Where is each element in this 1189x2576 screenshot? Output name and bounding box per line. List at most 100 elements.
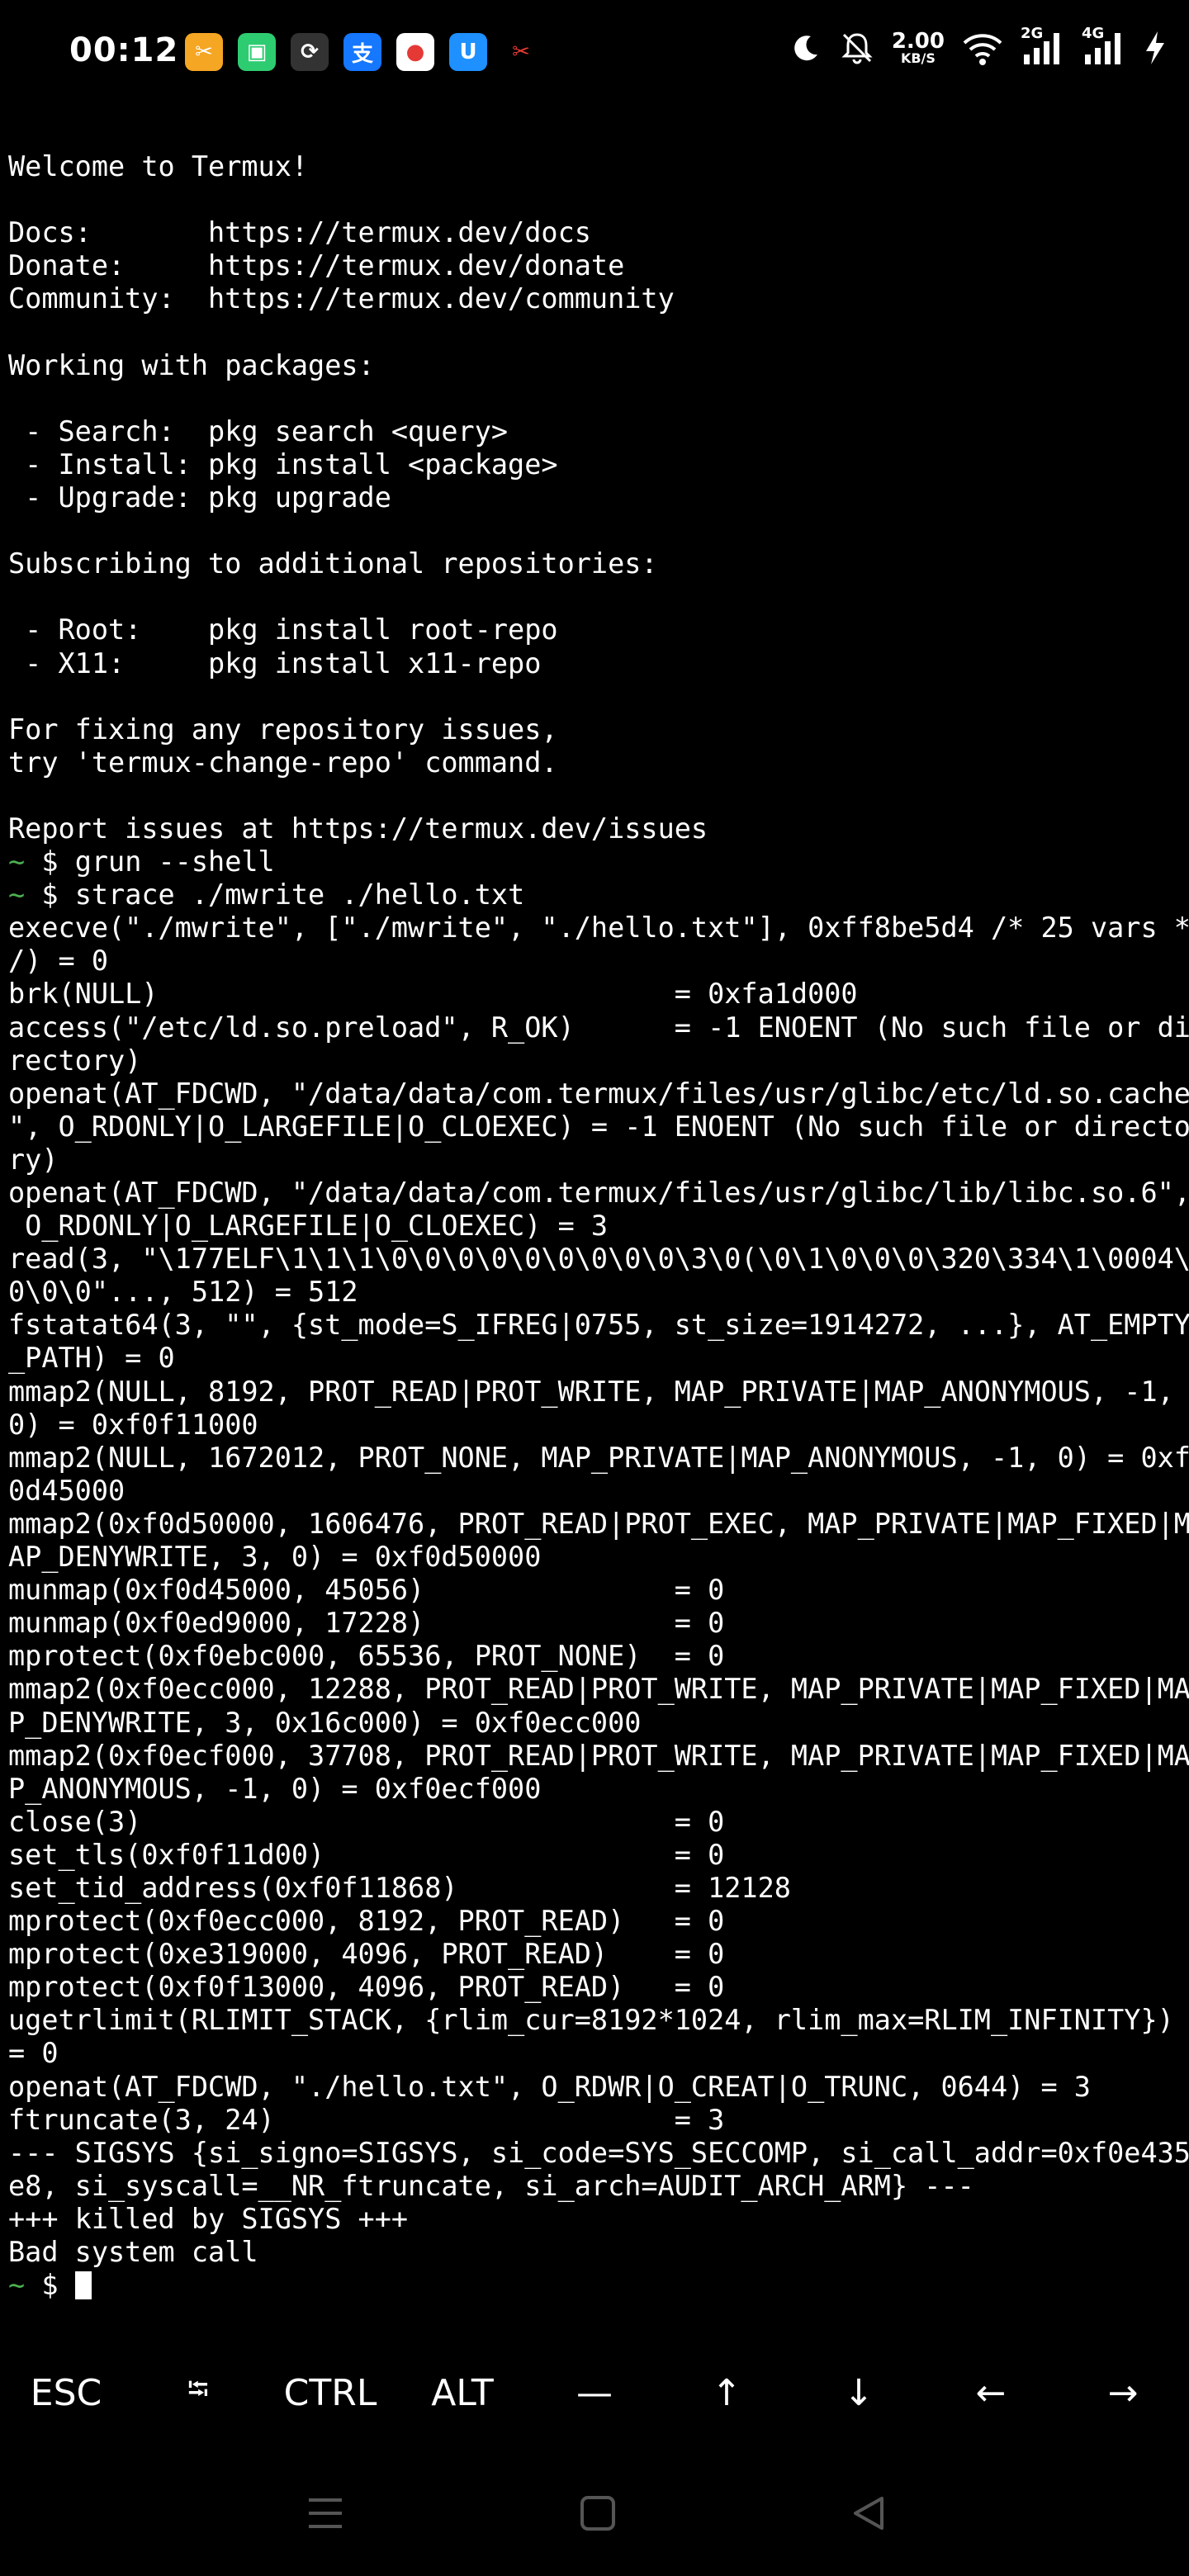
- network-speed: 2.00 KB/S: [892, 31, 945, 65]
- strace-output-line: = 0: [8, 2037, 59, 2070]
- strace-output-line: Bad system call: [8, 2236, 258, 2268]
- terminal-cursor[interactable]: [74, 2271, 92, 2300]
- arrow-down-key[interactable]: ↓: [793, 2360, 925, 2426]
- charging-icon: [1143, 30, 1168, 66]
- welcome-line: [8, 117, 1184, 150]
- do-not-disturb-icon: [789, 31, 822, 64]
- status-bar: 00:12 ✂ ▣ ⟳ 支 ● U ✂ 2.00 KB/S 2G 4G: [0, 0, 1189, 107]
- strace-output-line: mprotect(0xf0ebc000, 65536, PROT_NONE) =…: [8, 1640, 725, 1673]
- tab-key[interactable]: ⭾: [132, 2360, 264, 2426]
- dash-key[interactable]: —: [528, 2360, 661, 2426]
- menu-nav-button[interactable]: [299, 2487, 352, 2540]
- sim2-network-label: 4G: [1082, 25, 1105, 42]
- strace-output-line: openat(AT_FDCWD, "/data/data/com.termux/…: [8, 1177, 1189, 1209]
- welcome-line: [8, 779, 1184, 812]
- welcome-line: Working with packages:: [8, 348, 375, 381]
- welcome-line: [8, 680, 1184, 713]
- welcome-line: - Install: pkg install <package>: [8, 447, 558, 481]
- welcome-line: Donate: https://termux.dev/donate: [8, 249, 625, 282]
- strace-output-line: openat(AT_FDCWD, "./hello.txt", O_RDWR|O…: [8, 2070, 1091, 2103]
- strace-output-line: _PATH) = 0: [8, 1342, 175, 1375]
- strace-output-line: ", O_RDONLY|O_LARGEFILE|O_CLOEXEC) = -1 …: [8, 1110, 1189, 1143]
- ctrl-key[interactable]: CTRL: [264, 2360, 396, 2426]
- sim1-network-label: 2G: [1021, 25, 1044, 42]
- prompt-tilde: ~: [8, 878, 26, 912]
- welcome-line: try 'termux-change-repo' command.: [8, 746, 558, 779]
- welcome-line: [8, 183, 1184, 216]
- strace-output-line: openat(AT_FDCWD, "/data/data/com.termux/…: [8, 1077, 1189, 1110]
- prompt-line: ~ $: [8, 2269, 1184, 2302]
- strace-output-line: ry): [8, 1143, 59, 1176]
- welcome-line: Community: https://termux.dev/community: [8, 282, 675, 315]
- strace-output-line: 0\0\0"..., 512) = 512: [8, 1276, 358, 1309]
- prompt-line: ~ $ grun --shell: [8, 845, 1184, 878]
- welcome-line: [8, 316, 1184, 349]
- welcome-line: For fixing any repository issues,: [8, 713, 558, 746]
- strace-output-line: brk(NULL) = 0xfa1d000: [8, 978, 858, 1011]
- welcome-line: Subscribing to additional repositories:: [8, 547, 658, 580]
- app-notification-icon: ✂: [185, 33, 223, 71]
- mute-bell-icon: [839, 30, 875, 66]
- strace-output-line: munmap(0xf0ed9000, 17228) = 0: [8, 1607, 725, 1640]
- welcome-line: - Upgrade: pkg upgrade: [8, 481, 391, 514]
- welcome-line: [8, 382, 1184, 415]
- strace-output-line: mmap2(0xf0ecc000, 12288, PROT_READ|PROT_…: [8, 1673, 1189, 1706]
- welcome-line: Docs: https://termux.dev/docs: [8, 216, 591, 249]
- strace-output-line: O_RDONLY|O_LARGEFILE|O_CLOEXEC) = 3: [8, 1210, 609, 1243]
- menu-icon: [309, 2498, 342, 2528]
- strace-output-line: mmap2(0xf0d50000, 1606476, PROT_READ|PRO…: [8, 1507, 1189, 1540]
- strace-output-line: --- SIGSYS {si_signo=SIGSYS, si_code=SYS…: [8, 2136, 1189, 2169]
- strace-output-line: read(3, "\177ELF\1\1\1\0\0\0\0\0\0\0\0\0…: [8, 1243, 1189, 1276]
- strace-output-line: 0) = 0xf0f11000: [8, 1408, 258, 1441]
- welcome-line: [8, 514, 1184, 547]
- esc-key[interactable]: ESC: [0, 2360, 132, 2426]
- alipay-notification-icon: 支: [343, 33, 381, 71]
- prompt-dollar: $: [25, 845, 75, 878]
- sim1-signal-icon: 2G: [1021, 25, 1065, 66]
- strace-output-line: mmap2(NULL, 8192, PROT_READ|PROT_WRITE, …: [8, 1375, 1174, 1408]
- strace-output-line: +++ killed by SIGSYS +++: [8, 2202, 409, 2235]
- strace-output-line: mmap2(0xf0ecf000, 37708, PROT_READ|PROT_…: [8, 1739, 1189, 1772]
- strace-output-line: mprotect(0xe319000, 4096, PROT_READ) = 0: [8, 1938, 725, 1971]
- welcome-line: - X11: pkg install x11-repo: [8, 646, 542, 680]
- strace-output-line: mmap2(NULL, 1672012, PROT_NONE, MAP_PRIV…: [8, 1441, 1189, 1474]
- welcome-line: Report issues at https://termux.dev/issu…: [8, 812, 708, 845]
- prompt-tilde: ~: [8, 845, 26, 878]
- strace-output-line: set_tls(0xf0f11d00) = 0: [8, 1838, 725, 1871]
- prompt-line: ~ $ strace ./mwrite ./hello.txt: [8, 878, 1184, 912]
- strace-output-line: close(3) = 0: [8, 1805, 725, 1838]
- prompt-dollar: $: [25, 2269, 75, 2302]
- network-speed-value: 2.00: [891, 29, 945, 54]
- notification-icons: ✂ ▣ ⟳ 支 ● U ✂: [185, 33, 540, 71]
- terminal-output[interactable]: Welcome to Termux! Docs: https://termux.d…: [8, 117, 1189, 2302]
- wifi-icon: [961, 30, 1004, 66]
- strace-output-line: munmap(0xf0d45000, 45056) = 0: [8, 1574, 725, 1607]
- screenshot-notification-icon: ✂: [502, 33, 540, 71]
- strace-output-line: 0d45000: [8, 1474, 126, 1507]
- alt-key[interactable]: ALT: [396, 2360, 528, 2426]
- chat-notification-icon: ▣: [238, 33, 276, 71]
- network-speed-unit: KB/S: [900, 50, 936, 66]
- sim2-signal-icon: 4G: [1082, 25, 1126, 66]
- maps-notification-icon: ●: [396, 33, 434, 71]
- system-icons: 2.00 KB/S 2G 4G: [789, 25, 1168, 66]
- welcome-line: - Root: pkg install root-repo: [8, 613, 558, 646]
- arrow-right-key[interactable]: →: [1057, 2360, 1189, 2426]
- strace-output-line: rectory): [8, 1044, 142, 1077]
- prompt-tilde: ~: [8, 2269, 26, 2302]
- strace-output-line: P_DENYWRITE, 3, 0x16c000) = 0xf0ecc000: [8, 1706, 642, 1739]
- strace-output-line: mprotect(0xf0ecc000, 8192, PROT_READ) = …: [8, 1905, 725, 1938]
- back-nav-button[interactable]: [842, 2487, 895, 2540]
- strace-output-line: execve("./mwrite", ["./mwrite", "./hello…: [8, 912, 1189, 945]
- strace-output-line: P_ANONYMOUS, -1, 0) = 0xf0ecf000: [8, 1772, 542, 1805]
- strace-output-line: AP_DENYWRITE, 3, 0) = 0xf0d50000: [8, 1541, 542, 1574]
- sync-notification-icon: ⟳: [291, 33, 329, 71]
- arrow-up-key[interactable]: ↑: [661, 2360, 793, 2426]
- strace-output-line: access("/etc/ld.so.preload", R_OK) = -1 …: [8, 1011, 1189, 1044]
- status-time: 00:12: [69, 31, 179, 69]
- back-triangle-icon: [854, 2497, 883, 2530]
- arrow-left-key[interactable]: ←: [925, 2360, 1057, 2426]
- welcome-line: [8, 580, 1184, 613]
- welcome-line: - Search: pkg search <query>: [8, 414, 509, 447]
- home-nav-button[interactable]: [571, 2487, 624, 2540]
